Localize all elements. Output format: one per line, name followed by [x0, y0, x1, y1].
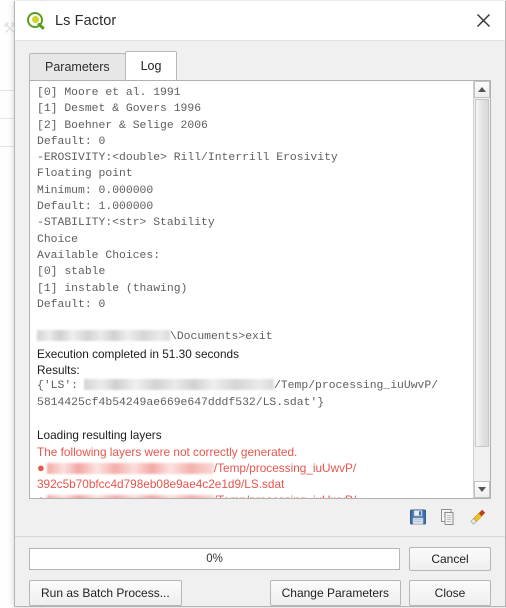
save-icon[interactable]: [409, 508, 427, 526]
log-prompt-suffix: \Documents>exit: [170, 331, 273, 344]
dialog-tabs: Parameters Log: [29, 51, 505, 80]
close-icon[interactable]: [461, 1, 505, 40]
log-result-key: {'LS':: [37, 380, 79, 393]
log-prompt-line: \Documents>exit: [37, 329, 469, 345]
log-scrollbar[interactable]: [473, 81, 490, 498]
bullet-icon: ●: [37, 492, 45, 498]
progress-row: 0% Cancel: [29, 547, 491, 571]
scroll-down-icon[interactable]: [474, 481, 490, 498]
log-loading-line: Loading resulting layers: [37, 428, 162, 443]
redacted-path: [46, 462, 214, 474]
log-toolbar: [29, 503, 491, 531]
log-line: Default: 1.000000: [37, 201, 154, 214]
log-error-item: ● /Temp/processing_iuUwvP/: [37, 460, 469, 476]
log-line: Default: 0: [37, 298, 106, 311]
log-line: -STABILITY:<str> Stability: [37, 217, 215, 230]
qgis-icon: [26, 11, 46, 31]
log-error-heading: The following layers were not correctly …: [37, 444, 298, 459]
tab-parameters[interactable]: Parameters: [29, 53, 126, 80]
log-execution-line: Execution completed in 51.30 seconds: [37, 346, 239, 361]
window-title: Ls Factor: [55, 12, 117, 29]
log-line: -EROSIVITY:<double> Rill/Interrill Erosi…: [37, 152, 338, 165]
scroll-up-icon[interactable]: [474, 81, 490, 98]
ls-factor-dialog: Ls Factor Parameters Log [0] Moore et al…: [14, 1, 506, 607]
progress-value: 0%: [206, 553, 223, 565]
log-result-path-tail: /Temp/processing_iuUwvP/: [274, 380, 439, 393]
log-error-path-tail: /Temp/processing_iuUwvP/: [213, 460, 357, 475]
scrollbar-thumb[interactable]: [475, 99, 489, 447]
dialog-titlebar: Ls Factor: [15, 1, 505, 41]
log-line: [1] Desmet & Govers 1996: [37, 103, 202, 116]
log-line: Minimum: 0.000000: [37, 184, 154, 197]
log-line: Default: 0: [37, 135, 106, 148]
log-line: [0] stable: [37, 266, 106, 279]
redacted-path: [37, 330, 170, 342]
redacted-path: [46, 495, 214, 498]
log-error-hash: 392c5b70bfcc4d798eb08e9ae4c2e1d9/LS.sdat: [37, 477, 285, 492]
change-parameters-button[interactable]: Change Parameters: [269, 580, 401, 606]
log-result-hash: 5814425cf4b54249ae669e647dddf532/LS.sdat…: [37, 396, 325, 409]
log-line: [1] instable (thawing): [37, 282, 188, 295]
dialog-button-row: Run as Batch Process... Change Parameter…: [29, 580, 491, 606]
log-line: Floating point: [37, 168, 133, 181]
toolbar-separator: [15, 536, 505, 537]
log-line: [2] Boehner & Selige 2006: [37, 119, 208, 132]
log-line: Choice: [37, 233, 79, 246]
log-result-line: {'LS': /Temp/processing_iuUwvP/: [37, 378, 469, 394]
log-error-item: ● /Temp/processing_iuUwvP/: [37, 492, 469, 498]
clear-icon[interactable]: [469, 508, 487, 526]
bullet-icon: ●: [37, 459, 45, 475]
redacted-path: [84, 379, 275, 391]
dialog-primary-buttons: Change Parameters Close: [269, 580, 491, 606]
log-line: Available Choices:: [37, 249, 161, 262]
copy-icon[interactable]: [439, 508, 457, 526]
close-button[interactable]: Close: [409, 580, 491, 606]
run-as-batch-process-button[interactable]: Run as Batch Process...: [29, 580, 182, 606]
log-line: [0] Moore et al. 1991: [37, 87, 181, 99]
log-error-path-tail: /Temp/processing_iuUwvP/: [214, 493, 356, 498]
log-results-label: Results:: [37, 363, 80, 378]
cancel-button[interactable]: Cancel: [409, 547, 491, 571]
tab-log[interactable]: Log: [124, 51, 178, 80]
progress-bar: 0%: [29, 548, 400, 570]
log-content: [0] Moore et al. 1991 [1] Desmet & Gover…: [30, 81, 473, 498]
log-textarea[interactable]: [0] Moore et al. 1991 [1] Desmet & Gover…: [29, 80, 491, 499]
